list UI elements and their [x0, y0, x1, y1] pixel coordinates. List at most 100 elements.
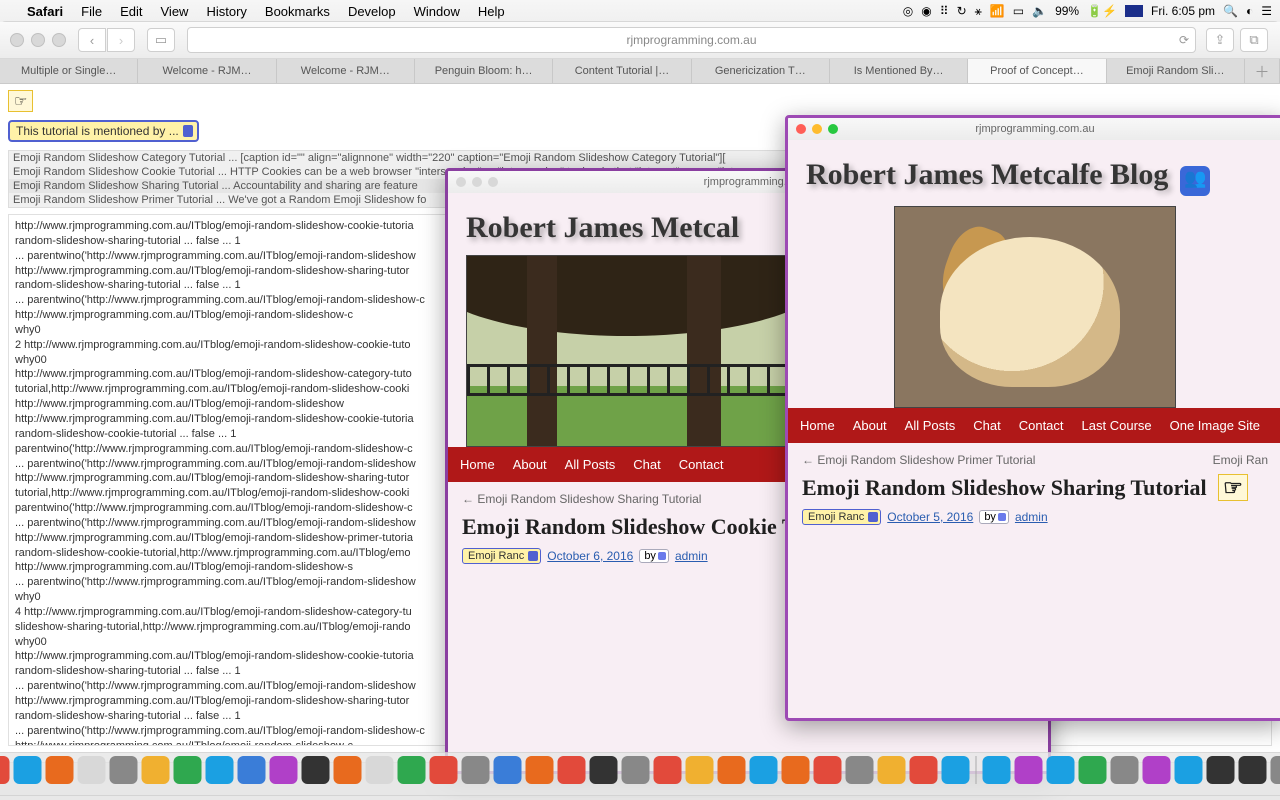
dock-app-filezilla[interactable]	[814, 756, 842, 784]
wifi-icon[interactable]: 📶	[990, 4, 1005, 18]
sidebar-button[interactable]: ▭	[147, 28, 175, 52]
spotlight-icon[interactable]: 🔍	[1223, 4, 1238, 18]
dock-app-itunes[interactable]	[270, 756, 298, 784]
dock-app[interactable]	[1175, 756, 1203, 784]
tab-6[interactable]: Is Mentioned By…	[830, 59, 968, 83]
tab-2[interactable]: Welcome - RJM…	[277, 59, 415, 83]
dock-app[interactable]	[110, 756, 138, 784]
battery-icon[interactable]: 🔋⚡	[1087, 4, 1117, 18]
dock-app-opera[interactable]	[654, 756, 682, 784]
tray-icon[interactable]: ↻	[957, 4, 967, 18]
dock-app[interactable]	[0, 756, 10, 784]
notification-icon[interactable]: ☰	[1261, 4, 1272, 18]
dock-app[interactable]	[1143, 756, 1171, 784]
nav-home[interactable]: Home	[460, 457, 495, 472]
menu-bookmarks[interactable]: Bookmarks	[256, 4, 339, 19]
dock-app[interactable]	[206, 756, 234, 784]
dock-app[interactable]	[334, 756, 362, 784]
author-link[interactable]: admin	[675, 549, 708, 563]
menu-file[interactable]: File	[72, 4, 111, 19]
dock-app-terminal[interactable]	[1207, 756, 1235, 784]
dock-app-safari[interactable]	[14, 756, 42, 784]
tab-1[interactable]: Welcome - RJM…	[138, 59, 276, 83]
by-select[interactable]: by	[979, 510, 1009, 524]
dock-app[interactable]	[1111, 756, 1139, 784]
back-button[interactable]: ‹	[78, 28, 106, 52]
tab-0[interactable]: Multiple or Single…	[0, 59, 138, 83]
next-post-link[interactable]: Emoji Ran	[1213, 453, 1268, 467]
tab-3[interactable]: Penguin Bloom: h…	[415, 59, 553, 83]
nav-contact[interactable]: Contact	[679, 457, 724, 472]
dock-app[interactable]	[430, 756, 458, 784]
address-bar[interactable]: rjmprogramming.com.au ⟳	[187, 27, 1196, 53]
dock-app[interactable]	[1079, 756, 1107, 784]
dock-app[interactable]	[1015, 756, 1043, 784]
by-select[interactable]: by	[639, 549, 669, 563]
minimize-icon[interactable]	[812, 124, 822, 134]
blog-title[interactable]: Robert James Metcalfe Blog	[806, 158, 1168, 191]
dock-app-virtualbox[interactable]	[983, 756, 1011, 784]
dock-app[interactable]	[174, 756, 202, 784]
nav-chat[interactable]: Chat	[973, 418, 1000, 433]
category-select[interactable]: Emoji Ranc	[462, 548, 541, 564]
dock-app[interactable]	[494, 756, 522, 784]
menu-edit[interactable]: Edit	[111, 4, 151, 19]
nav-chat[interactable]: Chat	[633, 457, 660, 472]
bluetooth-icon[interactable]: ⚹	[975, 4, 982, 19]
tray-icon[interactable]: ◉	[921, 4, 931, 18]
tray-icon[interactable]: ⠿	[940, 4, 949, 18]
window-controls[interactable]	[10, 33, 66, 47]
nav-contact[interactable]: Contact	[1019, 418, 1064, 433]
nav-about[interactable]: About	[513, 457, 547, 472]
dock-app[interactable]	[590, 756, 618, 784]
nav-about[interactable]: About	[853, 418, 887, 433]
zoom-icon[interactable]	[828, 124, 838, 134]
category-select[interactable]: Emoji Ranc	[802, 509, 881, 525]
dock-app[interactable]	[750, 756, 778, 784]
share-button[interactable]: ⇪	[1206, 28, 1234, 52]
dock-app[interactable]	[782, 756, 810, 784]
tab-7[interactable]: Proof of Concept…	[968, 59, 1106, 83]
dock-app[interactable]	[46, 756, 74, 784]
app-menu[interactable]: Safari	[18, 4, 72, 19]
dock-app[interactable]	[878, 756, 906, 784]
tab-5[interactable]: Genericization T…	[692, 59, 830, 83]
pointer-icon[interactable]: ☞	[1218, 474, 1248, 501]
nav-allposts[interactable]: All Posts	[565, 457, 616, 472]
tabs-button[interactable]: ⧉	[1240, 28, 1268, 52]
dock-app-firefox[interactable]	[526, 756, 554, 784]
menu-view[interactable]: View	[152, 4, 198, 19]
tab-8[interactable]: Emoji Random Sli…	[1107, 59, 1245, 83]
dock-app[interactable]	[398, 756, 426, 784]
nav-oneimage[interactable]: One Image Site	[1170, 418, 1260, 433]
dock-app[interactable]	[238, 756, 266, 784]
menu-window[interactable]: Window	[405, 4, 469, 19]
new-tab-button[interactable]: ＋	[1245, 59, 1280, 83]
volume-icon[interactable]: 🔈	[1032, 4, 1047, 18]
mention-select[interactable]: This tutorial is mentioned by ...	[8, 120, 199, 142]
dock-app[interactable]	[462, 756, 490, 784]
menu-history[interactable]: History	[197, 4, 255, 19]
dock-app[interactable]	[1239, 756, 1267, 784]
dock-app[interactable]	[302, 756, 330, 784]
dock-app[interactable]	[622, 756, 650, 784]
nav-lastcourse[interactable]: Last Course	[1082, 418, 1152, 433]
post-date[interactable]: October 5, 2016	[887, 510, 973, 524]
pointer-icon[interactable]: ☞	[8, 90, 33, 112]
nav-home[interactable]: Home	[800, 418, 835, 433]
dock-app[interactable]	[718, 756, 746, 784]
tab-4[interactable]: Content Tutorial |…	[553, 59, 691, 83]
close-icon[interactable]	[796, 124, 806, 134]
dock-app-github[interactable]	[1271, 756, 1280, 784]
dock-app[interactable]	[846, 756, 874, 784]
blog-title[interactable]: Robert James Metcal	[466, 211, 739, 244]
menu-help[interactable]: Help	[469, 4, 514, 19]
clock[interactable]: Fri. 6:05 pm	[1151, 4, 1215, 18]
dock-app[interactable]	[366, 756, 394, 784]
flag-icon[interactable]	[1125, 5, 1143, 17]
dock-app[interactable]	[942, 756, 970, 784]
display-icon[interactable]: ▭	[1013, 4, 1024, 18]
nav-allposts[interactable]: All Posts	[905, 418, 956, 433]
menu-develop[interactable]: Develop	[339, 4, 405, 19]
dock-app[interactable]	[142, 756, 170, 784]
